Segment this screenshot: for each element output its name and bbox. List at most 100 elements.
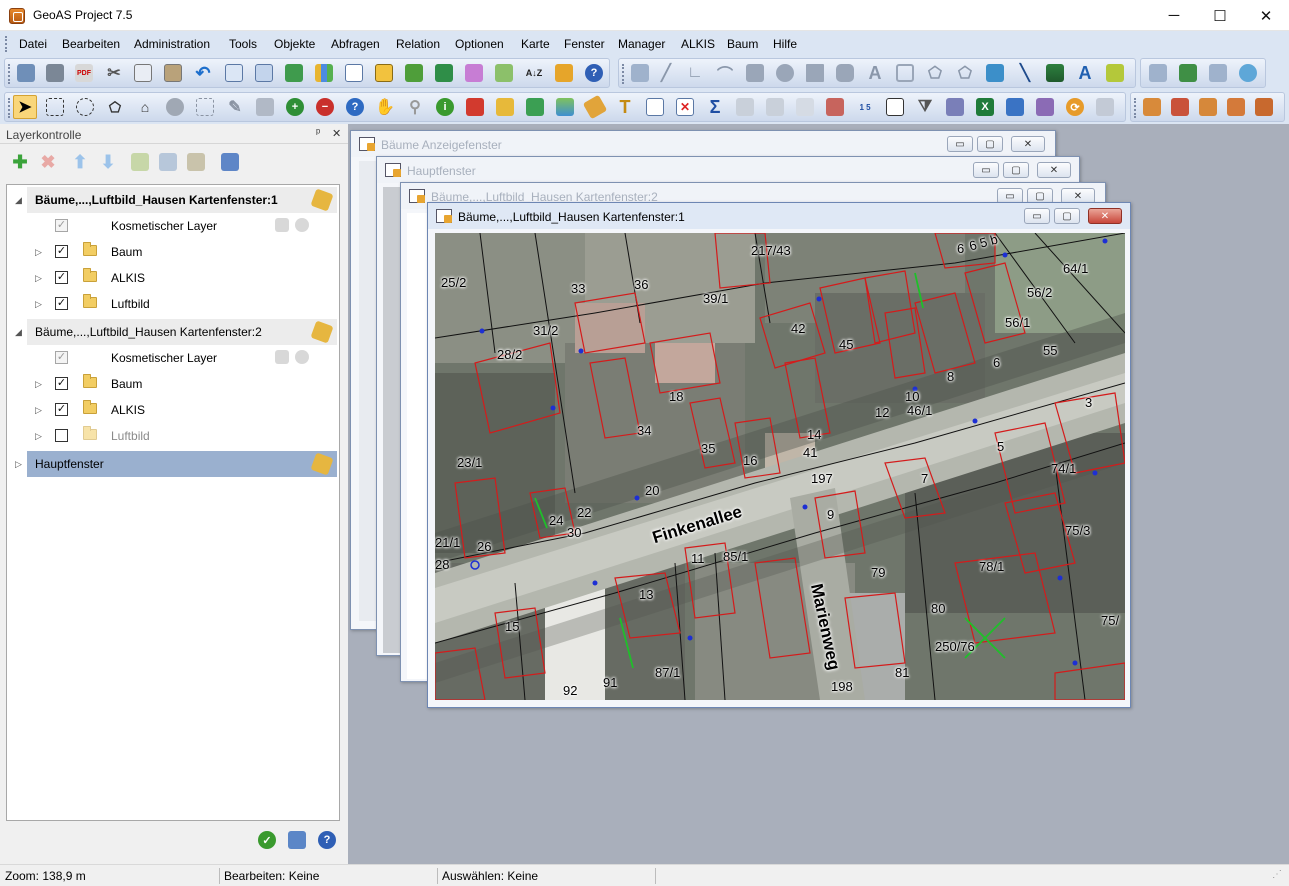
layer-refresh-icon[interactable] [156, 150, 180, 174]
map-window-pin-icon[interactable] [310, 452, 334, 476]
layer-row-luftbild[interactable]: ▷ Luftbild [7, 423, 339, 449]
marquee-select-icon[interactable] [43, 95, 67, 119]
layer-edit-icon[interactable] [218, 150, 242, 174]
layer-group-kartenfenster-2[interactable]: ◢ Bäume,...,Luftbild_Hausen Kartenfenste… [7, 319, 339, 345]
copy-icon[interactable] [131, 61, 155, 85]
thematic-map-icon[interactable] [402, 61, 426, 85]
menu-alkis[interactable]: ALKIS [681, 37, 715, 51]
window-close-button[interactable]: ✕ [1011, 136, 1045, 152]
window-minimize-button[interactable]: ▭ [973, 162, 999, 178]
line-tool-icon[interactable]: ╱ [654, 61, 678, 85]
layer-group-hauptfenster[interactable]: ▷ Hauptfenster [7, 451, 339, 477]
menu-karte[interactable]: Karte [521, 37, 550, 51]
rectangle-tool-icon[interactable] [803, 61, 827, 85]
pan-hand-icon[interactable]: ✋ [373, 95, 397, 119]
zoom-out-icon[interactable]: − [313, 95, 337, 119]
measure-icon[interactable]: T [613, 95, 637, 119]
layer-style-icon[interactable] [184, 150, 208, 174]
add-object-icon[interactable] [1140, 95, 1164, 119]
layer-row-alkis[interactable]: ▷ ✓ ALKIS [7, 397, 339, 423]
layer-row-alkis[interactable]: ▷ ✓ ALKIS [7, 265, 339, 291]
pdf-export-icon[interactable]: PDF [72, 61, 96, 85]
sum-icon[interactable]: Σ [703, 95, 727, 119]
menu-optionen[interactable]: Optionen [455, 37, 504, 51]
toolbar-grip[interactable] [8, 98, 11, 118]
layer-stack-icon[interactable] [553, 95, 577, 119]
expand-arrow-icon[interactable]: ▷ [35, 405, 42, 416]
frame-tool-icon[interactable] [893, 61, 917, 85]
text-style-icon[interactable]: A [1073, 61, 1097, 85]
add-node-icon[interactable]: ⬠ [953, 61, 977, 85]
map-pin-icon[interactable] [492, 61, 516, 85]
layer-visibility-checkbox[interactable]: ✓ [55, 297, 68, 310]
menu-tools[interactable]: Tools [229, 37, 257, 51]
next-view-icon[interactable] [1206, 61, 1230, 85]
expand-arrow-icon[interactable]: ▷ [35, 273, 42, 284]
menu-hilfe[interactable]: Hilfe [773, 37, 797, 51]
move-layer-down-icon[interactable]: ⬇ [96, 150, 120, 174]
select-arrow-icon[interactable]: ➤ [13, 95, 37, 119]
edit-object-icon[interactable] [1224, 95, 1248, 119]
window-maximize-button[interactable]: ▢ [977, 136, 1003, 152]
layer-row-kosmetischer[interactable]: ✓ Kosmetischer Layer [7, 213, 339, 239]
copy-structure-icon[interactable] [763, 95, 787, 119]
expand-arrow-icon[interactable]: ▷ [35, 379, 42, 390]
sort-az-icon[interactable]: A↓Z [522, 61, 546, 85]
menu-grip[interactable] [5, 36, 8, 52]
toolbar-grip[interactable] [8, 64, 11, 84]
menu-objekte[interactable]: Objekte [274, 37, 315, 51]
close-button[interactable]: ✕ [1243, 0, 1289, 31]
map-tools-icon[interactable] [462, 61, 486, 85]
polyline-tool-icon[interactable]: ∟ [683, 61, 707, 85]
layer-visibility-checkbox[interactable]: ✓ [55, 377, 68, 390]
layer-visibility-checkbox[interactable]: ✓ [55, 219, 68, 232]
menu-relation[interactable]: Relation [396, 37, 440, 51]
layer-options-icon[interactable] [285, 828, 309, 852]
rounded-rect-tool-icon[interactable] [833, 61, 857, 85]
menu-abfragen[interactable]: Abfragen [331, 37, 380, 51]
invert-select-icon[interactable] [163, 95, 187, 119]
excel-export-icon[interactable]: X [973, 95, 997, 119]
layout-icon[interactable] [342, 61, 366, 85]
arc-tool-icon[interactable]: ⌒ [713, 61, 737, 85]
collapse-arrow-icon[interactable]: ◢ [15, 195, 22, 206]
toolbar-grip[interactable] [622, 64, 625, 84]
menu-administration[interactable]: Administration [134, 37, 210, 51]
window-minimize-button[interactable]: ▭ [1024, 208, 1050, 224]
window-titlebar[interactable]: Bäume Anzeigefenster ▭ ▢ ✕ [351, 131, 1055, 157]
list-icon[interactable] [883, 95, 907, 119]
map-window-icon[interactable] [282, 61, 306, 85]
symbol-style-icon[interactable] [1103, 61, 1127, 85]
resize-grip-icon[interactable]: ⋰ [1272, 869, 1282, 880]
map-edit-icon[interactable] [432, 61, 456, 85]
table-icon[interactable] [222, 61, 246, 85]
window-minimize-button[interactable]: ▭ [947, 136, 973, 152]
layer-visibility-checkbox[interactable]: ✓ [55, 351, 68, 364]
radius-select-icon[interactable] [73, 95, 97, 119]
remove-layer-icon[interactable]: ✖ [36, 150, 60, 174]
previous-view-icon[interactable] [1146, 61, 1170, 85]
menu-fenster[interactable]: Fenster [564, 37, 605, 51]
reshape-tool-icon[interactable]: ⬠ [923, 61, 947, 85]
menu-bearbeiten[interactable]: Bearbeiten [62, 37, 120, 51]
pencil-icon[interactable]: ✎ [223, 95, 247, 119]
pin-panel-button[interactable]: ᵖ [316, 127, 320, 139]
map-window-pin-icon[interactable] [310, 320, 334, 344]
wave-icon[interactable] [1003, 95, 1027, 119]
layer-settings-icon[interactable] [295, 350, 310, 365]
save-icon[interactable] [14, 61, 38, 85]
paste-icon[interactable] [161, 61, 185, 85]
expand-arrow-icon[interactable]: ▷ [35, 431, 42, 442]
line-style-icon[interactable]: ╲ [1013, 61, 1037, 85]
apply-icon[interactable]: ✓ [255, 828, 279, 852]
structure-icon[interactable] [733, 95, 757, 119]
snap-tool-icon[interactable] [983, 61, 1007, 85]
polygon-tool-icon[interactable] [743, 61, 767, 85]
hotlink-icon[interactable]: ⚲ [403, 95, 427, 119]
map-click-icon[interactable] [523, 95, 547, 119]
edit-layer-icon[interactable] [275, 218, 290, 233]
expand-arrow-icon[interactable]: ▷ [35, 247, 42, 258]
object-settings-icon[interactable] [1252, 95, 1276, 119]
move-object-icon[interactable] [1196, 95, 1220, 119]
layer-row-baum[interactable]: ▷ ✓ Baum [7, 239, 339, 265]
